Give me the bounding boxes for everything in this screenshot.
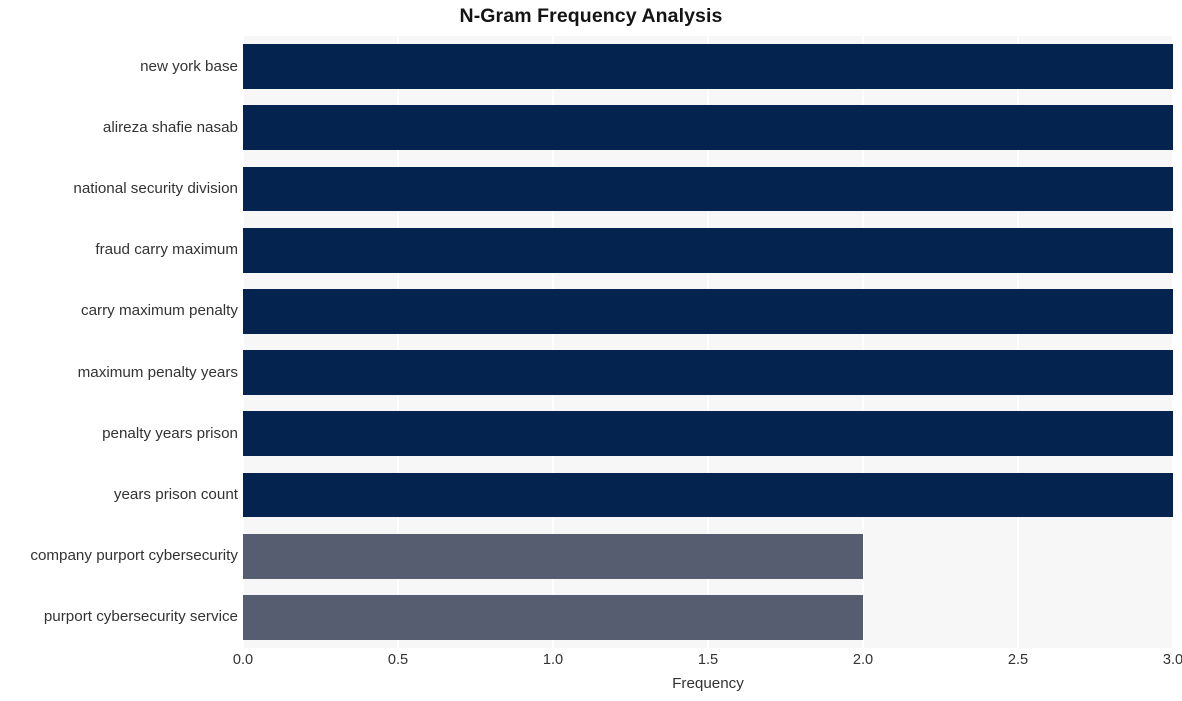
bar[interactable] — [243, 411, 1173, 457]
bar[interactable] — [243, 533, 863, 579]
x-axis-label: Frequency — [672, 675, 744, 692]
bar[interactable] — [243, 350, 1173, 396]
bar-row[interactable] — [243, 533, 1173, 579]
x-tick-label: 2.5 — [1007, 652, 1029, 668]
x-tick-label: 2.0 — [852, 652, 874, 668]
bar-row[interactable] — [243, 166, 1173, 212]
bar-row[interactable] — [243, 350, 1173, 396]
bar[interactable] — [243, 288, 1173, 334]
y-tick-label: new york base — [140, 57, 238, 75]
bar-row[interactable] — [243, 288, 1173, 334]
y-tick-label: alireza shafie nasab — [102, 118, 238, 136]
y-tick-label: national security division — [73, 180, 238, 197]
x-tick-label: 0.0 — [232, 652, 254, 668]
y-tick-label: years prison count — [113, 486, 238, 503]
y-tick-label: maximum penalty years — [77, 363, 238, 381]
y-tick-label: fraud carry maximum — [95, 241, 238, 259]
plot-area — [243, 36, 1173, 648]
bar-row[interactable] — [243, 411, 1173, 457]
x-tick-label: 1.5 — [697, 652, 719, 668]
bar-row[interactable] — [243, 227, 1173, 273]
bar-row[interactable] — [243, 472, 1173, 518]
chart-title: N-Gram Frequency Analysis — [459, 5, 723, 27]
bar[interactable] — [243, 472, 1173, 518]
y-tick-label: carry maximum penalty — [81, 302, 238, 320]
y-tick-label: company purport cybersecurity — [30, 547, 238, 565]
bar[interactable] — [243, 594, 863, 640]
x-tick-label: 1.0 — [542, 652, 564, 668]
y-axis-tick-labels: new york base alireza shafie nasab nationa… — [0, 36, 238, 648]
chart-figure: N-Gram Frequency Analysis new york base a… — [0, 0, 1182, 701]
bar-row[interactable] — [243, 105, 1173, 151]
x-tick-label: 3.0 — [1162, 652, 1182, 668]
y-tick-label: penalty years prison — [102, 424, 238, 442]
bar[interactable] — [243, 166, 1173, 212]
bar[interactable] — [243, 105, 1173, 151]
bar-row[interactable] — [243, 594, 1173, 640]
x-tick-label: 0.5 — [387, 652, 409, 668]
y-tick-label: purport cybersecurity service — [43, 608, 238, 626]
x-axis-tick-labels: 0.0 0.5 1.0 1.5 2.0 2.5 3.0 — [233, 652, 1182, 674]
bar[interactable] — [243, 227, 1173, 273]
bar[interactable] — [243, 44, 1173, 90]
bar-row[interactable] — [243, 44, 1173, 90]
